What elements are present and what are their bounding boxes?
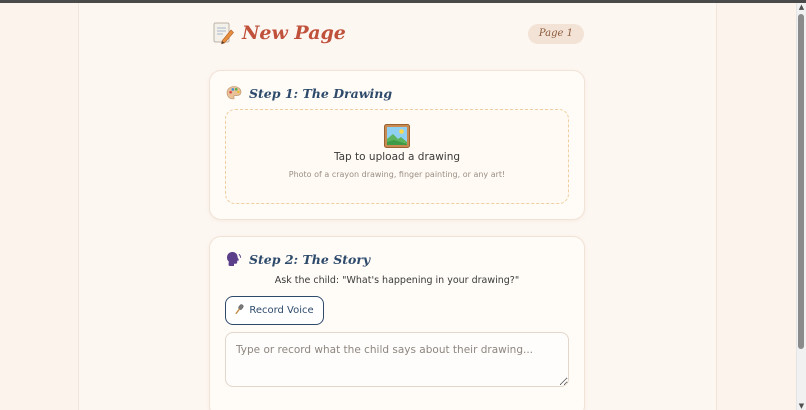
- framed-picture-icon: [384, 124, 410, 148]
- scroll-down-arrow-icon[interactable]: ▼: [798, 402, 805, 410]
- story-prompt: Ask the child: "What's happening in your…: [274, 275, 520, 286]
- record-voice-button[interactable]: Record Voice: [225, 296, 324, 325]
- step-2-title: Step 2: The Story: [249, 252, 371, 267]
- scroll-up-arrow-icon[interactable]: ▲: [798, 3, 805, 11]
- step-2-card: Step 2: The Story Ask the child: "What's…: [209, 236, 585, 410]
- speaking-head-icon: [227, 252, 242, 266]
- palette-icon: [226, 86, 242, 100]
- upload-hint: Photo of a crayon drawing, finger painti…: [288, 170, 506, 179]
- upload-label: Tap to upload a drawing: [333, 151, 461, 163]
- vertical-scrollbar[interactable]: ▲ ▼: [796, 3, 806, 410]
- page-title: New Page: [242, 22, 346, 44]
- record-voice-label: Record Voice: [249, 305, 314, 316]
- page-header: New Page Page 1: [212, 20, 584, 50]
- story-text-input[interactable]: [225, 332, 569, 387]
- memo-pencil-icon: [213, 22, 234, 45]
- scrollbar-thumb[interactable]: [798, 14, 804, 349]
- drawing-upload-area[interactable]: Tap to upload a drawing Photo of a crayo…: [225, 109, 569, 204]
- page-number-badge: Page 1: [527, 24, 584, 44]
- microphone-icon: [235, 298, 245, 325]
- step-1-title: Step 1: The Drawing: [249, 86, 393, 101]
- step-1-card: Step 1: The Drawing Tap to upload a draw…: [209, 70, 585, 220]
